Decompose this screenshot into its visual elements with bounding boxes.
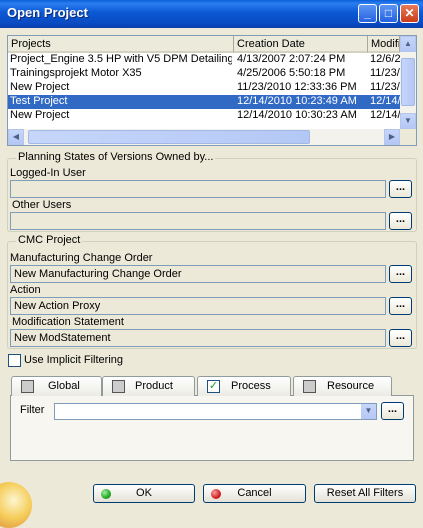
- column-header-creation-date[interactable]: Creation Date: [234, 36, 368, 53]
- logo-icon: [0, 482, 32, 528]
- cmc-project-title: CMC Project: [16, 234, 83, 246]
- minimize-icon[interactable]: _: [358, 4, 377, 23]
- planning-states-title: Planning States of Versions Owned by...: [16, 151, 216, 163]
- project-name: New Project: [10, 109, 70, 121]
- cancel-button[interactable]: Cancel: [203, 484, 306, 503]
- ok-led-icon: [101, 489, 111, 499]
- tab-product[interactable]: Product: [102, 376, 195, 396]
- creation-date: 4/25/2006 5:50:18 PM: [237, 67, 346, 79]
- implicit-filtering-checkbox[interactable]: [8, 354, 21, 367]
- action-browse-button[interactable]: ...: [389, 297, 412, 315]
- filter-label: Filter: [20, 404, 45, 416]
- ok-button-label: OK: [136, 487, 152, 499]
- logged-in-user-browse-button[interactable]: ...: [389, 180, 412, 198]
- tab-resource[interactable]: Resource: [293, 376, 392, 396]
- project-name: Test Project: [10, 95, 68, 107]
- close-icon[interactable]: ✕: [400, 4, 419, 23]
- tab-label: Product: [135, 380, 173, 392]
- scroll-up-icon[interactable]: ▲: [400, 36, 416, 52]
- vertical-scroll-thumb[interactable]: [401, 58, 415, 106]
- implicit-filtering-label: Use Implicit Filtering: [24, 354, 124, 366]
- vertical-scrollbar[interactable]: ▲ ▼: [400, 36, 416, 129]
- table-row[interactable]: Trainingsprojekt Motor X35 4/25/2006 5:5…: [8, 67, 400, 81]
- modification-date: 12/14/: [370, 109, 400, 121]
- action-label: Action: [10, 284, 41, 296]
- tab-resource-checkbox[interactable]: [303, 380, 316, 393]
- project-name: Trainingsprojekt Motor X35: [10, 67, 142, 79]
- modification-statement-label: Modification Statement: [12, 316, 124, 328]
- column-header-projects[interactable]: Projects: [8, 36, 234, 53]
- table-row-selected[interactable]: Test Project 12/14/2010 10:23:49 AM 12/1…: [8, 95, 400, 109]
- reset-all-filters-button[interactable]: Reset All Filters: [314, 484, 416, 503]
- project-name: New Project: [10, 81, 70, 93]
- table-row[interactable]: New Project 12/14/2010 10:30:23 AM 12/14…: [8, 109, 400, 123]
- maximize-icon[interactable]: □: [379, 4, 398, 23]
- project-name: Project_Engine 3.5 HP with V5 DPM Detail…: [10, 53, 232, 65]
- other-users-label: Other Users: [12, 199, 72, 211]
- column-header-modification[interactable]: Modific: [368, 36, 400, 53]
- tab-global[interactable]: Global: [11, 376, 102, 396]
- other-users-browse-button[interactable]: ...: [389, 212, 412, 230]
- horizontal-scrollbar[interactable]: ◀ ▶: [8, 129, 400, 145]
- logged-in-user-field[interactable]: [10, 180, 386, 198]
- projects-table[interactable]: Projects Creation Date Modific Project_E…: [7, 35, 417, 146]
- other-users-field[interactable]: [10, 212, 386, 230]
- title-bar[interactable]: Open Project _ □ ✕: [0, 0, 423, 28]
- tab-product-checkbox[interactable]: [112, 380, 125, 393]
- modification-statement-browse-button[interactable]: ...: [389, 329, 412, 347]
- mco-browse-button[interactable]: ...: [389, 265, 412, 283]
- tab-label: Process: [231, 380, 271, 392]
- creation-date: 4/13/2007 2:07:24 PM: [237, 53, 346, 65]
- table-row[interactable]: Project_Engine 3.5 HP with V5 DPM Detail…: [8, 53, 400, 67]
- modification-statement-field[interactable]: New ModStatement: [10, 329, 386, 347]
- tab-label: Global: [48, 380, 80, 392]
- creation-date: 12/14/2010 10:23:49 AM: [237, 95, 357, 107]
- filter-combobox[interactable]: ▼: [54, 403, 377, 420]
- scroll-corner: [400, 129, 416, 145]
- tab-process[interactable]: ✓ Process: [197, 376, 291, 396]
- action-field[interactable]: New Action Proxy: [10, 297, 386, 315]
- horizontal-scroll-thumb[interactable]: [28, 130, 310, 144]
- creation-date: 11/23/2010 12:33:36 PM: [237, 81, 357, 93]
- modification-date: 11/23/: [370, 81, 400, 93]
- checkmark-icon[interactable]: ✓: [207, 380, 220, 393]
- ok-button[interactable]: OK: [93, 484, 195, 503]
- tab-label: Resource: [327, 380, 375, 392]
- modification-date: 11/23/: [370, 67, 400, 79]
- mco-label: Manufacturing Change Order: [10, 252, 153, 264]
- logged-in-user-label: Logged-In User: [10, 167, 86, 179]
- table-row[interactable]: New Project 11/23/2010 12:33:36 PM 11/23…: [8, 81, 400, 95]
- mco-field[interactable]: New Manufacturing Change Order: [10, 265, 386, 283]
- creation-date: 12/14/2010 10:30:23 AM: [237, 109, 357, 121]
- cancel-button-label: Cancel: [237, 487, 272, 499]
- filter-browse-button[interactable]: ...: [381, 402, 404, 420]
- window-title: Open Project: [7, 5, 88, 20]
- scroll-down-icon[interactable]: ▼: [400, 113, 416, 129]
- chevron-down-icon[interactable]: ▼: [361, 404, 376, 419]
- scroll-left-icon[interactable]: ◀: [8, 129, 24, 145]
- tab-global-checkbox[interactable]: [21, 380, 34, 393]
- scroll-right-icon[interactable]: ▶: [384, 129, 400, 145]
- modification-date: 12/6/2: [370, 53, 400, 65]
- cancel-led-icon: [211, 489, 221, 499]
- modification-date: 12/14/: [370, 95, 400, 107]
